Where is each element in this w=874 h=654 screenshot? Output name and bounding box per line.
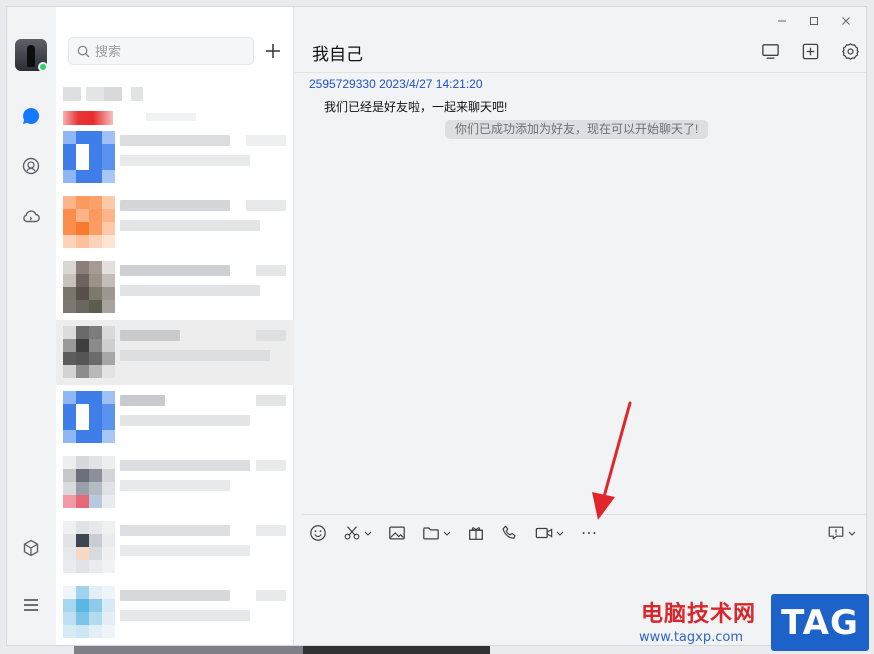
emoji-button[interactable]: [309, 522, 327, 544]
close-button[interactable]: [830, 11, 862, 31]
add-button[interactable]: [262, 40, 284, 62]
more-button[interactable]: [580, 522, 598, 544]
contacts-icon[interactable]: [20, 155, 42, 177]
chat-panel: 我自己 2595729330 2023/4/27 14:21:20 我们已经是好…: [295, 7, 866, 645]
conversation-item[interactable]: [56, 125, 294, 190]
header-divider: [295, 72, 866, 73]
input-divider: [302, 514, 866, 515]
contact-avatar: [63, 131, 115, 183]
video-call-button[interactable]: [535, 522, 564, 544]
chat-history-icon: [828, 526, 844, 540]
apps-box-icon[interactable]: [20, 537, 42, 559]
file-button[interactable]: [422, 522, 451, 544]
close-icon: [842, 17, 850, 25]
maximize-icon: [810, 17, 818, 25]
nav-rail: [7, 7, 56, 645]
conversation-item[interactable]: [56, 450, 294, 515]
message-icon[interactable]: [20, 105, 42, 127]
more-icon: [582, 532, 596, 534]
search-box[interactable]: [68, 37, 254, 65]
maximize-button[interactable]: [798, 11, 830, 31]
app-window: 我自己 2595729330 2023/4/27 14:21:20 我们已经是好…: [6, 6, 867, 646]
plus-icon: [266, 44, 280, 58]
contact-avatar: [63, 521, 115, 573]
screen-share-button[interactable]: [760, 41, 780, 61]
chevron-down-icon: [848, 531, 856, 536]
watermark-text: 电脑技术网: [641, 602, 757, 627]
conversation-item-selected[interactable]: [56, 320, 294, 385]
watermark-badge: TAG: [771, 594, 869, 651]
chevron-down-icon: [364, 531, 372, 536]
image-icon: [389, 526, 405, 540]
minimize-button[interactable]: [766, 11, 798, 31]
online-status-dot: [38, 62, 48, 72]
contact-avatar: [63, 456, 115, 508]
phone-icon: [502, 525, 516, 539]
chat-header-actions: [760, 41, 860, 61]
search-input[interactable]: [95, 43, 245, 59]
voice-call-button[interactable]: [501, 522, 519, 544]
scissors-icon: [344, 526, 360, 540]
conversation-item[interactable]: [56, 79, 294, 125]
conversation-item[interactable]: [56, 580, 294, 645]
image-button[interactable]: [388, 522, 406, 544]
add-chat-button[interactable]: [800, 41, 820, 61]
chevron-down-icon: [443, 531, 451, 536]
settings-icon: [841, 42, 859, 60]
gift-icon: [469, 527, 483, 540]
input-toolbar: [309, 522, 614, 544]
menu-icon[interactable]: [20, 594, 42, 616]
taskbar-strip: [74, 646, 490, 654]
conversation-list: [56, 79, 294, 645]
conversation-item[interactable]: [56, 190, 294, 255]
search-icon: [77, 45, 90, 57]
chat-title: 我自己: [312, 45, 363, 64]
contact-avatar: [63, 326, 115, 378]
contact-avatar: [63, 196, 115, 248]
video-icon: [535, 527, 553, 539]
gift-button[interactable]: [467, 522, 485, 544]
watermark-url: www.tagxp.com: [639, 630, 743, 645]
folder-icon: [423, 527, 439, 540]
chat-history-button[interactable]: [827, 522, 856, 544]
message-text[interactable]: 我们已经是好友啦，一起来聊天吧!: [324, 98, 507, 115]
contact-avatar: [63, 586, 115, 638]
system-tip: 你们已成功添加为好友，现在可以开始聊天了!: [445, 120, 709, 139]
cloud-icon[interactable]: [20, 205, 42, 227]
minimize-icon: [778, 20, 786, 22]
window-controls: [766, 11, 862, 31]
message-sender-time: 2595729330 2023/4/27 14:21:20: [309, 77, 483, 91]
screenshot-button[interactable]: [343, 522, 372, 544]
settings-button[interactable]: [840, 41, 860, 61]
screen-share-icon: [761, 43, 779, 59]
contact-avatar: [63, 391, 115, 443]
emoji-icon: [310, 525, 326, 541]
contact-avatar: [63, 261, 115, 313]
add-chat-icon: [802, 43, 818, 59]
chevron-down-icon: [556, 531, 564, 536]
conversation-item[interactable]: [56, 515, 294, 580]
conversation-item[interactable]: [56, 255, 294, 320]
conversation-item[interactable]: [56, 385, 294, 450]
conversation-list-panel: [56, 7, 294, 645]
